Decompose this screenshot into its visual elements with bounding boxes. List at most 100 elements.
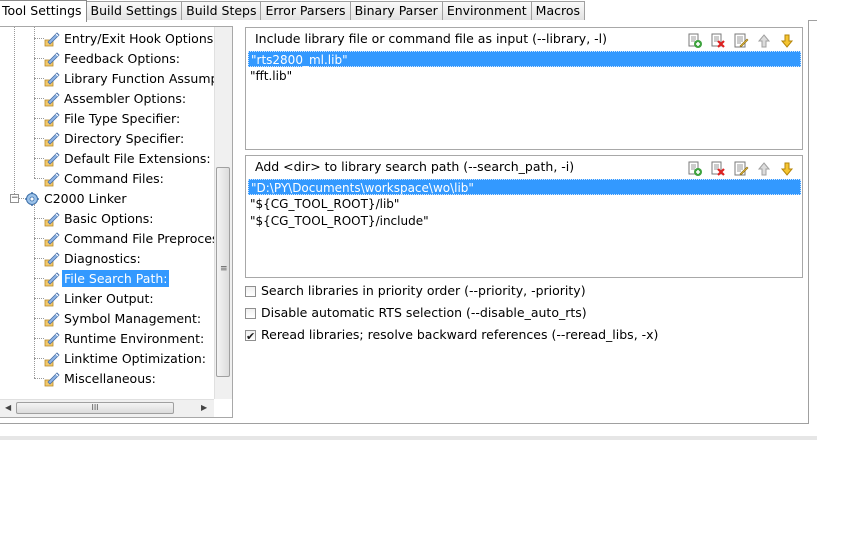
list-item[interactable]: "fft.lib" <box>248 68 801 84</box>
list-item[interactable]: "${CG_TOOL_ROOT}/lib" <box>248 196 801 212</box>
option-page-icon <box>44 91 60 107</box>
tab-build-settings[interactable]: Build Settings <box>85 1 183 20</box>
tree-guide-line <box>34 158 44 159</box>
tree-guide-line <box>14 27 15 196</box>
option-page-icon <box>44 151 60 167</box>
tree-item-option[interactable]: Feedback Options: <box>44 48 182 68</box>
tab-tool-settings[interactable]: Tool Settings <box>0 0 87 22</box>
tree-horizontal-scroll-thumb[interactable]: III <box>16 402 174 414</box>
move-down-icon[interactable] <box>778 160 796 177</box>
tree-item-option[interactable]: Assembler Options: <box>44 88 188 108</box>
delete-icon[interactable] <box>709 160 727 177</box>
tree-guide-line <box>34 98 44 99</box>
tree-item-option[interactable]: Miscellaneous: <box>44 368 158 388</box>
option-page-icon <box>44 331 60 347</box>
tree-item-label: C2000 Linker <box>44 190 127 206</box>
tree-guide-line <box>34 138 44 139</box>
vscroll-grip: ≡ <box>220 264 228 274</box>
tree-guide-line <box>34 118 44 119</box>
tree-item-label: Command Files: <box>64 170 164 186</box>
tree-item-option[interactable]: Directory Specifier: <box>44 128 186 148</box>
scroll-right-arrow-icon[interactable]: ▶ <box>201 403 207 412</box>
checkbox-label: Disable automatic RTS selection (--disab… <box>261 305 587 320</box>
tree-guide-line <box>34 58 44 59</box>
tree-item-label: Diagnostics: <box>64 250 141 266</box>
tree-guide-line <box>34 358 44 359</box>
search-path-list: Add <dir> to library search path (--sear… <box>245 155 803 278</box>
tree-item-label: Default File Extensions: <box>64 150 211 166</box>
tree-item-label: Symbol Management: <box>64 310 202 326</box>
add-icon[interactable] <box>686 160 704 177</box>
option-page-icon <box>44 311 60 327</box>
option-checkbox-row[interactable]: Search libraries in priority order (--pr… <box>245 282 586 300</box>
tree-item-option[interactable]: Basic Options: <box>44 208 156 228</box>
tree-item-option[interactable]: Library Function Assumpti <box>44 68 229 88</box>
library-list: Include library file or command file as … <box>245 27 803 150</box>
option-checkbox-row[interactable]: Disable automatic RTS selection (--disab… <box>245 304 587 322</box>
tab-environment[interactable]: Environment <box>441 1 532 20</box>
tree-vertical-scrollbar[interactable]: ≡ <box>214 27 232 399</box>
edit-icon[interactable] <box>732 160 750 177</box>
option-page-icon <box>44 51 60 67</box>
move-up-icon[interactable] <box>755 160 773 177</box>
tree-item-option[interactable]: Command File Preprocess <box>44 228 227 248</box>
tree-item-label: File Type Specifier: <box>64 110 181 126</box>
checkbox-checked[interactable]: ✔ <box>245 329 256 343</box>
collapse-toggle-icon[interactable]: − <box>10 194 19 203</box>
tree-item-option[interactable]: Command Files: <box>44 168 166 188</box>
tree-item-option[interactable]: Linktime Optimization: <box>44 348 208 368</box>
checkbox-label: Reread libraries; resolve backward refer… <box>261 327 659 342</box>
tree-item-label: Library Function Assumpti <box>64 70 227 86</box>
checkbox-unchecked[interactable] <box>245 307 256 319</box>
tab-build-steps[interactable]: Build Steps <box>181 1 262 20</box>
tab-bar: Tool Settings Build Settings Build Steps Er… <box>0 0 817 22</box>
edit-icon[interactable] <box>732 32 750 49</box>
tree-guide-line <box>34 27 35 178</box>
tree-guide-line <box>34 378 44 379</box>
list-item[interactable]: "D:\PY\Documents\workspace\wo\lib" <box>248 179 801 195</box>
checkmark-icon: ✔ <box>246 329 256 343</box>
tree-item-option[interactable]: Entry/Exit Hook Options: <box>44 28 219 48</box>
tree-item-label: Command File Preprocess <box>64 230 226 246</box>
option-page-icon <box>44 251 60 267</box>
list-item[interactable]: "rts2800_ml.lib" <box>248 51 801 67</box>
option-page-icon <box>44 351 60 367</box>
option-page-icon <box>44 131 60 147</box>
tree-guide-line <box>34 218 44 219</box>
tree-guide-line <box>34 318 44 319</box>
tree-item-label: Linktime Optimization: <box>64 350 206 366</box>
option-checkbox-row[interactable]: ✔ Reread libraries; resolve backward refe… <box>245 326 658 344</box>
checkbox-unchecked[interactable] <box>245 285 256 297</box>
tree-guide-line <box>34 298 44 299</box>
tree-item-label: Miscellaneous: <box>64 370 156 386</box>
tree-item-file-search-path[interactable]: File Search Path: <box>44 268 170 288</box>
tab-macros[interactable]: Macros <box>530 1 585 20</box>
tree-item-label: File Search Path: <box>62 269 170 287</box>
tree-horizontal-scrollbar[interactable]: ◀ III ▶ <box>0 399 214 417</box>
move-down-icon[interactable] <box>778 32 796 49</box>
list-item[interactable]: "${CG_TOOL_ROOT}/include" <box>248 213 801 229</box>
scroll-left-arrow-icon[interactable]: ◀ <box>5 403 11 412</box>
tab-content: Entry/Exit Hook Options: Feedback Options… <box>0 20 809 424</box>
option-page-icon <box>44 171 60 187</box>
tab-binary-parser[interactable]: Binary Parser <box>349 1 443 20</box>
option-page-icon <box>44 231 60 247</box>
tree-item-option[interactable]: Linker Output: <box>44 288 156 308</box>
tree-item-c2000-linker[interactable]: C2000 Linker <box>24 188 129 208</box>
tree-vertical-scroll-thumb[interactable]: ≡ <box>216 167 230 377</box>
tree-item-label: Runtime Environment: <box>64 330 205 346</box>
tree-item-option[interactable]: Default File Extensions: <box>44 148 213 168</box>
tree-item-option[interactable]: Runtime Environment: <box>44 328 206 348</box>
delete-icon[interactable] <box>709 32 727 49</box>
move-up-icon[interactable] <box>755 32 773 49</box>
tree-item-option[interactable]: Diagnostics: <box>44 248 143 268</box>
add-icon[interactable] <box>686 32 704 49</box>
tree-item-option[interactable]: File Type Specifier: <box>44 108 182 128</box>
panel-bottom-edge <box>0 436 817 440</box>
tree-item-option[interactable]: Symbol Management: <box>44 308 203 328</box>
tree-guide-line <box>34 38 44 39</box>
tab-error-parsers[interactable]: Error Parsers <box>260 1 351 20</box>
settings-tree: Entry/Exit Hook Options: Feedback Options… <box>0 26 233 418</box>
library-list-toolbar <box>686 32 796 49</box>
tool-gear-icon <box>24 191 40 207</box>
